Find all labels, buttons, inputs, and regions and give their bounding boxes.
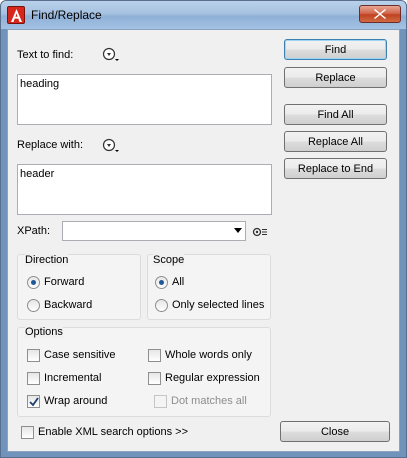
scope-group-title: Scope (153, 254, 185, 266)
wrap-around-checkbox[interactable] (27, 395, 40, 408)
replace-with-input[interactable]: header (17, 164, 272, 215)
enable-xml-search-label[interactable]: Enable XML search options >> (38, 426, 188, 438)
xpath-settings-icon[interactable] (252, 226, 268, 238)
enable-xml-search-checkbox[interactable] (21, 426, 34, 439)
text-to-find-label: Text to find: (17, 49, 74, 61)
replace-all-button[interactable]: Replace All (284, 131, 387, 152)
replace-to-end-button[interactable]: Replace to End (284, 158, 387, 179)
options-group-title: Options (25, 326, 63, 338)
scope-all-label[interactable]: All (172, 276, 184, 288)
text-to-find-input[interactable]: heading (17, 74, 272, 125)
window-title: Find/Replace (31, 8, 102, 22)
replace-button[interactable]: Replace (284, 67, 387, 88)
find-all-button[interactable]: Find All (284, 104, 387, 125)
replace-pattern-helper-icon[interactable] (102, 138, 120, 153)
checkmark-icon (29, 397, 39, 407)
close-button[interactable]: Close (280, 421, 390, 442)
window-close-button[interactable] (359, 5, 401, 23)
xpath-label: XPath: (17, 225, 51, 237)
scope-only-selected-radio[interactable] (155, 299, 168, 312)
regex-label[interactable]: Regular expression (165, 372, 260, 384)
direction-backward-radio[interactable] (27, 299, 40, 312)
xpath-combobox[interactable] (62, 221, 246, 241)
app-logo-icon (7, 6, 25, 24)
chevron-down-icon (234, 228, 242, 233)
regex-checkbox[interactable] (148, 372, 161, 385)
whole-words-label[interactable]: Whole words only (165, 349, 252, 361)
direction-group-title: Direction (25, 254, 69, 266)
scope-all-radio[interactable] (155, 276, 168, 289)
find-button[interactable]: Find (284, 39, 387, 60)
wrap-around-label[interactable]: Wrap around (44, 395, 107, 407)
case-sensitive-checkbox[interactable] (27, 349, 40, 362)
dot-matches-all-label: Dot matches all (171, 395, 247, 407)
title-bar: Find/Replace (1, 1, 406, 29)
find-replace-dialog: Find/Replace Text to find: heading Repla… (0, 0, 407, 458)
direction-backward-label[interactable]: Backward (44, 299, 92, 311)
incremental-label[interactable]: Incremental (44, 372, 101, 384)
direction-forward-label[interactable]: Forward (44, 276, 84, 288)
close-icon (374, 9, 386, 19)
scope-only-selected-label[interactable]: Only selected lines (172, 299, 264, 311)
replace-with-label: Replace with: (17, 139, 84, 151)
case-sensitive-label[interactable]: Case sensitive (44, 349, 116, 361)
incremental-checkbox[interactable] (27, 372, 40, 385)
dialog-body: Text to find: heading Replace with: head… (7, 29, 400, 452)
find-pattern-helper-icon[interactable] (102, 47, 120, 62)
dot-matches-all-checkbox (154, 395, 167, 408)
whole-words-checkbox[interactable] (148, 349, 161, 362)
direction-forward-radio[interactable] (27, 276, 40, 289)
